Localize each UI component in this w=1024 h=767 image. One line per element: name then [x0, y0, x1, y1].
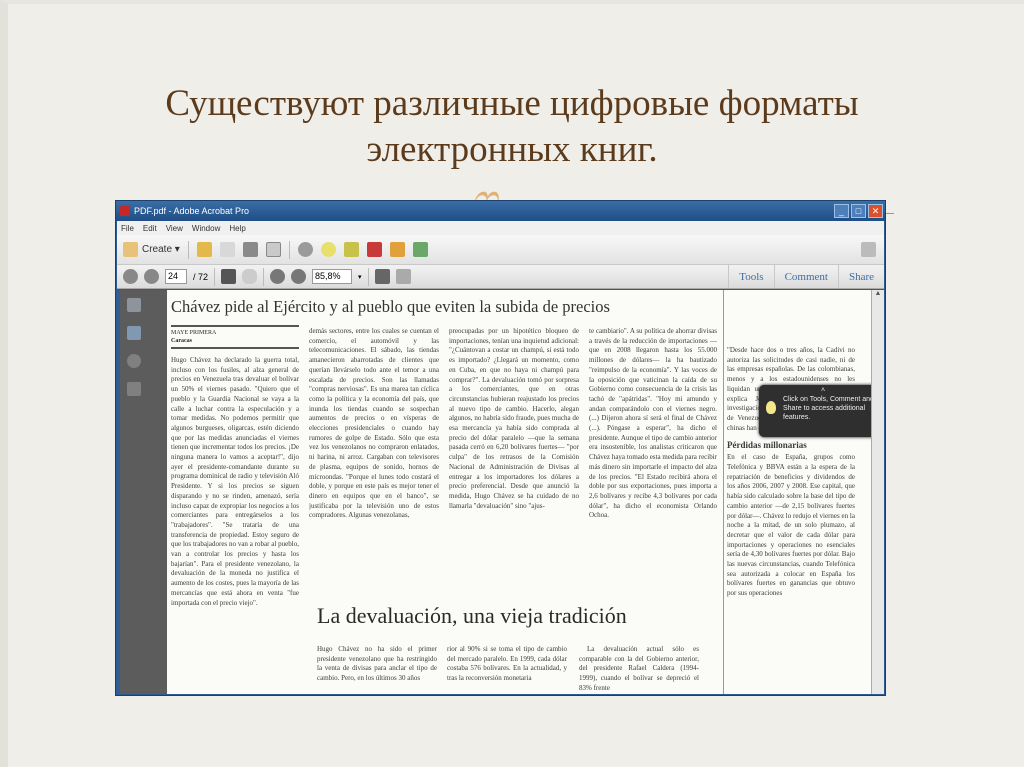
- menu-window[interactable]: Window: [192, 224, 220, 233]
- main-toolbar: Create ▾: [117, 235, 884, 265]
- open-folder-icon[interactable]: [196, 242, 212, 257]
- menu-file[interactable]: File: [121, 224, 134, 233]
- article-headline: Chávez pide al Ejército y al pueblo que …: [171, 297, 610, 316]
- save-icon[interactable]: [219, 242, 235, 257]
- column-rule: [723, 290, 724, 694]
- print-icon[interactable]: [242, 242, 258, 257]
- toolbar-separator: [288, 240, 290, 259]
- chevron-up-icon[interactable]: ˄: [821, 386, 825, 395]
- tab-comment[interactable]: Comment: [773, 265, 838, 288]
- zoom-level-input[interactable]: 85,8%: [312, 269, 353, 284]
- zoom-in-icon[interactable]: [291, 269, 307, 284]
- tab-tools[interactable]: Tools: [728, 265, 773, 288]
- combine-files-icon[interactable]: [389, 242, 405, 257]
- menu-help[interactable]: Help: [229, 224, 245, 233]
- toolbar-separator: [367, 267, 369, 286]
- zoom-dropdown-icon[interactable]: ▾: [358, 273, 362, 281]
- navigation-toolbar: 24 / 72 85,8% ▾ Tools Comment Share: [117, 265, 884, 289]
- create-icon: [123, 242, 138, 257]
- expand-icon[interactable]: [861, 242, 876, 257]
- sidebar-column-2: rior al 90% si se toma el tipo de cambio…: [447, 645, 567, 683]
- article-column-2: demás sectores, entre los cuales se cuen…: [309, 327, 439, 520]
- sidebar-column-3: La devaluación actual sólo es comparable…: [579, 645, 699, 692]
- page-total: / 72: [193, 271, 209, 282]
- secondary-headline: La devaluación, una vieja tradición: [317, 603, 627, 628]
- byline: MAYE PRIMERA Caracas: [171, 325, 299, 349]
- pdf-export-icon[interactable]: [366, 242, 382, 257]
- zoom-out-icon[interactable]: [270, 269, 286, 284]
- tab-share[interactable]: Share: [837, 265, 884, 288]
- article-column-3: preocupadas por un hipotético bloqueo de…: [449, 327, 579, 510]
- create-button[interactable]: Create ▾: [123, 242, 180, 257]
- gear-icon[interactable]: [297, 242, 313, 257]
- page-number-input[interactable]: 24: [165, 269, 187, 284]
- toolbar-separator: [187, 240, 189, 259]
- bookmark-icon[interactable]: [126, 326, 141, 340]
- fit-page-icon[interactable]: [374, 269, 390, 284]
- menu-edit[interactable]: Edit: [143, 224, 157, 233]
- minimize-button[interactable]: _: [834, 204, 849, 218]
- attachment-icon[interactable]: [126, 354, 141, 368]
- comment-icon[interactable]: [320, 242, 336, 257]
- sign-icon[interactable]: [412, 242, 428, 257]
- email-icon[interactable]: [265, 242, 281, 257]
- next-page-icon[interactable]: [144, 269, 159, 284]
- slide-title-line-1: Существуют различные цифровые форматы: [165, 83, 859, 124]
- article-column-5: "Desde hace dos o tres años, la Cadivi n…: [727, 290, 855, 694]
- author: MAYE PRIMERA: [171, 330, 217, 336]
- tools-tooltip: ˄ Click on Tools, Comment and Share to a…: [759, 385, 871, 437]
- pages-icon[interactable]: [126, 298, 141, 312]
- acrobat-window: PDF.pdf - Adobe Acrobat Pro _ □ ✕ File E…: [115, 200, 886, 696]
- full-screen-icon[interactable]: [395, 269, 411, 284]
- column-5-bottom: En el caso de España, grupos como Telefó…: [727, 453, 855, 598]
- dateline: Caracas: [171, 338, 192, 344]
- maximize-button[interactable]: □: [851, 204, 866, 218]
- lightbulb-icon: [766, 401, 776, 414]
- article-column-1: Hugo Chávez ha declarado la guerra total…: [171, 356, 299, 607]
- menu-bar: File Edit View Window Help: [117, 221, 884, 235]
- signature-icon[interactable]: [126, 382, 141, 396]
- sticky-note-icon[interactable]: [343, 242, 359, 257]
- toolbar-separator: [214, 267, 216, 286]
- scroll-up-icon[interactable]: ▲: [872, 290, 884, 297]
- tooltip-text: Click on Tools, Comment and Share to acc…: [783, 396, 871, 421]
- pdf-page: Chávez pide al Ejército y al pueblo que …: [167, 290, 871, 694]
- window-title: PDF.pdf - Adobe Acrobat Pro: [134, 206, 250, 216]
- subheading: Pérdidas millonarias: [727, 440, 807, 451]
- create-label: Create ▾: [142, 244, 180, 255]
- close-button[interactable]: ✕: [868, 204, 883, 218]
- select-tool-icon[interactable]: [221, 269, 237, 284]
- hand-tool-icon[interactable]: [242, 269, 258, 284]
- article-column-4: te cambiario". A su política de ahorrar …: [589, 327, 717, 520]
- document-view[interactable]: Chávez pide al Ejército y al pueblo que …: [147, 290, 871, 694]
- vertical-scrollbar[interactable]: ▲: [871, 290, 884, 694]
- navigation-pane: [117, 290, 147, 694]
- slide-title-line-2: электронных книг.: [366, 129, 658, 170]
- previous-page-icon[interactable]: [123, 269, 138, 284]
- pdf-app-icon: [120, 206, 130, 216]
- title-bar: PDF.pdf - Adobe Acrobat Pro _ □ ✕: [116, 201, 885, 221]
- menu-view[interactable]: View: [166, 224, 183, 233]
- toolbar-separator: [263, 267, 265, 286]
- sidebar-column-1: Hugo Chávez no ha sido el primer preside…: [317, 645, 437, 683]
